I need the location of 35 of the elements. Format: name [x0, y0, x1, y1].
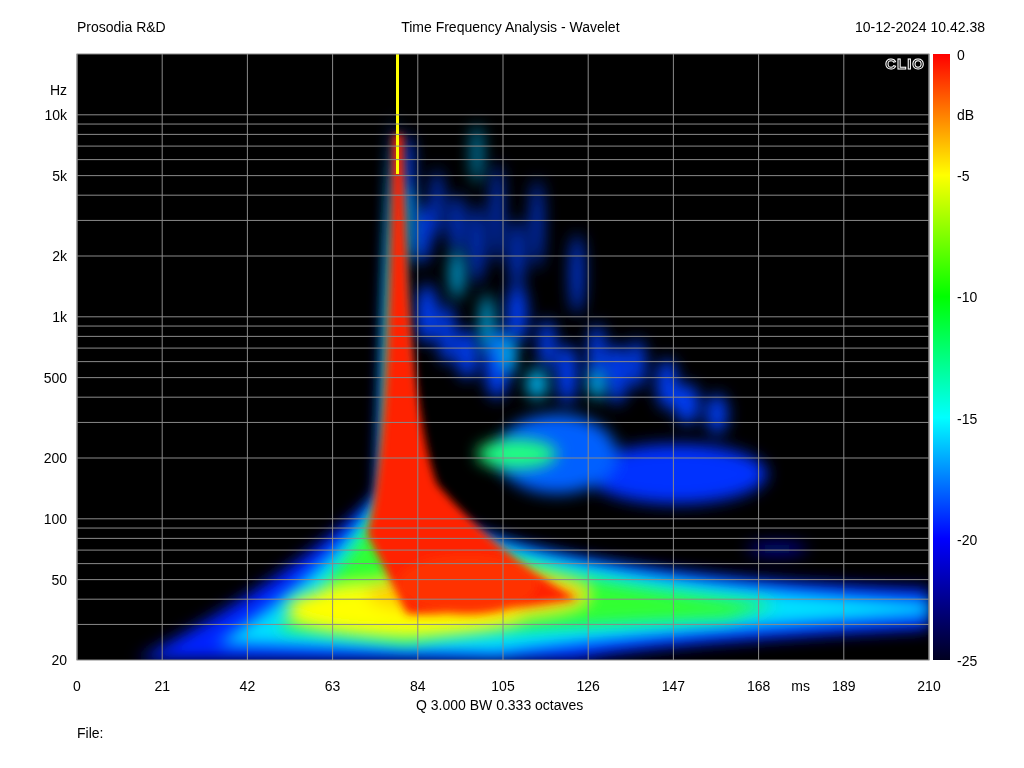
color-scale-label: -10 [957, 289, 978, 306]
y-tick-label: 50 [51, 571, 67, 588]
timestamp: 10-12-2024 10.42.38 [855, 19, 985, 35]
color-scale-label: -20 [957, 531, 978, 548]
color-scale-unit: dB [957, 107, 975, 123]
x-tick-label: 21 [154, 678, 170, 694]
axis-unit-label: ms [791, 678, 810, 694]
chart-title: Time Frequency Analysis - Wavelet [401, 19, 620, 35]
company-name: Prosodia R&D [77, 19, 166, 35]
y-tick-label: 20 [51, 652, 67, 668]
x-tick-label: 168 [746, 678, 771, 694]
y-tick-label: 200 [43, 450, 67, 466]
logo-text: CLIO [885, 55, 925, 72]
x-tick-label: 147 [661, 678, 686, 694]
color-scale-label: -15 [957, 410, 978, 427]
x-tick-label: 126 [576, 678, 600, 694]
x-tick-label: 105 [491, 678, 515, 694]
y-tick-label: 10k [44, 106, 67, 123]
axis-unit-label: Hz [49, 82, 67, 98]
x-tick-label: 210 [917, 678, 941, 694]
file-label: File: [77, 725, 104, 741]
y-tick-label: 5k [52, 167, 67, 184]
x-tick-label: 0 [73, 678, 81, 694]
y-tick-label: 2k [52, 248, 67, 264]
x-tick-label: 84 [410, 678, 426, 694]
y-tick-label: 100 [43, 510, 67, 527]
x-tick-label: 42 [239, 678, 256, 694]
x-tick-label: 63 [324, 678, 341, 694]
y-tick-label: 1k [52, 308, 67, 325]
color-scale-label: -25 [957, 653, 978, 669]
y-tick-label: 500 [43, 369, 67, 386]
color-scale-label: -5 [957, 168, 970, 185]
color-scale-label: 0 [957, 47, 965, 63]
analysis-settings: Q 3.000 BW 0.333 octaves [416, 697, 584, 713]
x-tick-label: 189 [832, 678, 856, 694]
